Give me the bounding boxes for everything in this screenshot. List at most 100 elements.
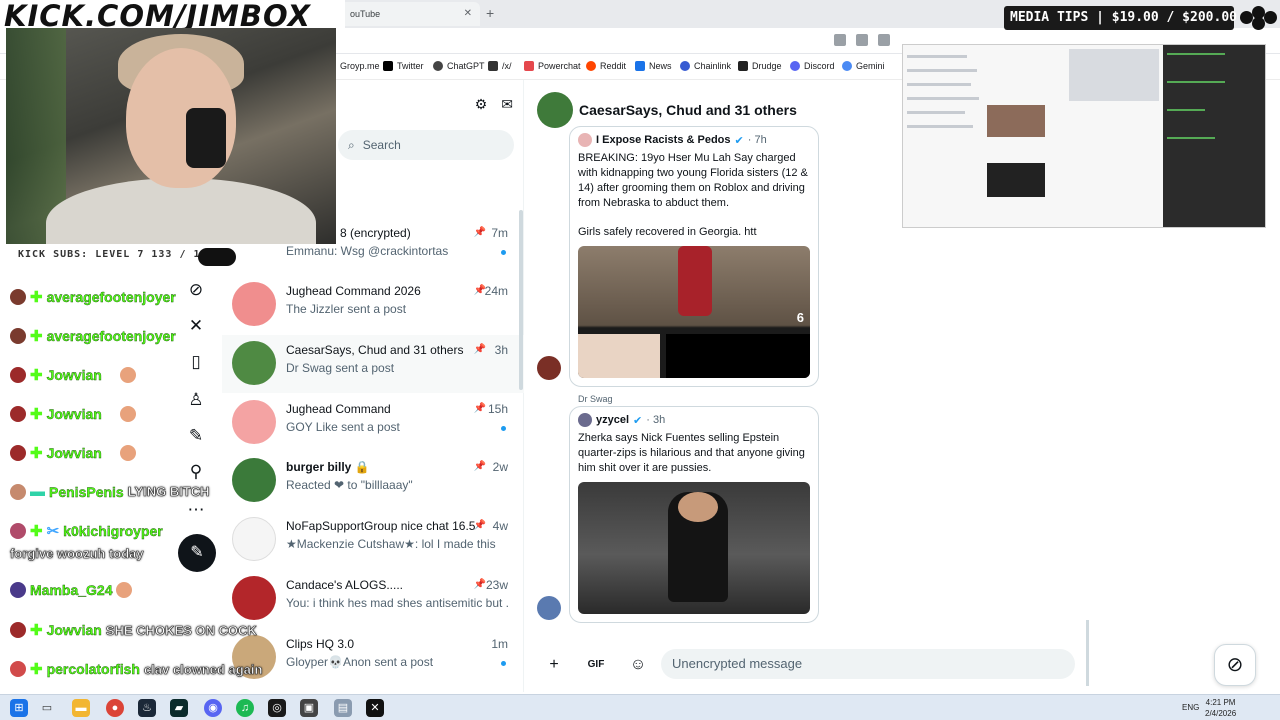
mixer-row [1167, 109, 1263, 111]
add-attachment-icon[interactable]: + [541, 652, 567, 678]
zoom-icon[interactable] [834, 34, 846, 46]
bookmark-x-board[interactable]: /x/ [488, 61, 512, 71]
grok-nav-icon[interactable]: ⊘ [186, 280, 206, 300]
dm-item[interactable]: Jughead Command GOY Like sent a post 📌 1… [222, 394, 524, 452]
post-author: I Expose Racists & Pedos [596, 134, 731, 146]
dm-item[interactable]: NoFapSupportGroup nice chat 16.5 ★Macken… [222, 511, 524, 569]
app-icon[interactable]: ▣ [300, 699, 318, 717]
mirror-line [907, 97, 979, 100]
bookmark-reddit[interactable]: Reddit [586, 61, 626, 71]
share-icon[interactable] [856, 34, 868, 46]
dm-item[interactable]: Clips HQ 3.0 Gloyper💀Anon sent a post 1m [222, 629, 524, 687]
bookmark-gemini[interactable]: Gemini [842, 61, 885, 71]
emoji-icon[interactable]: ☺ [625, 652, 651, 678]
steam-icon[interactable]: ♨ [138, 699, 156, 717]
clock-time: 4:21 PM [1205, 698, 1236, 707]
bookmark-chainlink[interactable]: Chainlink [680, 61, 731, 71]
dm-scrollbar[interactable] [519, 210, 523, 390]
edit-icon[interactable]: ✎ [186, 426, 206, 446]
chat-text: SHE CHOKES ON COCK [105, 622, 258, 638]
dm-item[interactable]: burger billy 🔒 Reacted ❤ to "billlaaay" … [222, 452, 524, 510]
mixer-bar [1167, 81, 1225, 83]
browser-tab[interactable]: ouTube ✕ [340, 2, 480, 26]
chat-avatar [10, 661, 26, 677]
mirror-thumbnail [1069, 49, 1159, 101]
chat-message: ✚ Jowvian [10, 444, 136, 462]
author-avatar [578, 133, 592, 147]
new-message-icon[interactable]: ✉ [501, 96, 513, 113]
start-windows-icon[interactable]: ⊞ [10, 699, 28, 717]
chrome-icon[interactable]: ● [106, 699, 124, 717]
bookmark-news[interactable]: News [635, 61, 672, 71]
dm-name: Clips HQ 3.0 [286, 637, 355, 651]
x-premium-icon[interactable]: ✕ [186, 316, 206, 336]
jobs-icon[interactable]: ♙ [186, 390, 206, 410]
mirror-line [907, 55, 967, 58]
bookmark-drudge[interactable]: Drudge [738, 61, 782, 71]
grok-icon[interactable]: ⊘ [1214, 644, 1256, 686]
dm-item[interactable]: Candace's ALOGS..... You: i think hes ma… [222, 570, 524, 628]
dm-snippet: The Jizzler sent a post [286, 302, 407, 316]
dm-time: 23w [485, 578, 508, 592]
sender-avatar[interactable] [537, 356, 561, 380]
discord-taskbar-icon[interactable]: ◉ [204, 699, 222, 717]
message-composer: + GIF ☺ Unencrypted message [525, 640, 1090, 690]
video-person-shape [678, 246, 712, 316]
conversation-title[interactable]: CaesarSays, Chud and 31 others [579, 102, 797, 118]
compose-post-button[interactable]: ✎ [178, 534, 216, 572]
spotify-icon[interactable]: ♫ [236, 699, 254, 717]
settings-gear-icon[interactable]: ⚙ [475, 96, 488, 113]
chat-emote-icon [116, 582, 133, 598]
dm-name: Candace's ALOGS..... [286, 578, 404, 592]
sub-badge-icon: ▬ [30, 483, 45, 500]
profile-icon[interactable]: ⚲ [186, 462, 206, 482]
bookmarks-icon[interactable]: ▯ [186, 352, 206, 372]
group-avatar[interactable] [537, 92, 573, 128]
bookmark-groyp[interactable]: Groyp.me [340, 61, 380, 71]
bookmark-chatgpt[interactable]: ChatGPT [433, 61, 485, 71]
unread-dot [501, 250, 506, 255]
star-icon[interactable] [878, 34, 890, 46]
dm-item-active[interactable]: CaesarSays, Chud and 31 others Dr Swag s… [222, 335, 524, 393]
obs-icon[interactable]: ◎ [268, 699, 286, 717]
pin-icon: 📌 [473, 344, 486, 355]
post-video-thumbnail[interactable] [578, 482, 810, 614]
search-input[interactable]: ⌕ Search [338, 130, 514, 160]
more-icon[interactable]: ⋯ [186, 500, 206, 520]
close-tab-icon[interactable]: ✕ [464, 8, 472, 19]
chat-username: Jowvian [46, 367, 102, 383]
bookmark-discord[interactable]: Discord [790, 61, 835, 71]
post-text: BREAKING: 19yo Hser Mu Lah Say charged w… [578, 152, 808, 238]
gif-icon[interactable]: GIF [583, 652, 609, 678]
message-input[interactable]: Unencrypted message [661, 649, 1075, 679]
language-indicator[interactable]: ENG [1182, 703, 1199, 712]
shared-post-card[interactable]: I Expose Racists & Pedos ✔ · 7h BREAKING… [569, 126, 819, 387]
chat-message-continuation: forgive woozuh today [10, 546, 144, 562]
dm-time: 7m [491, 226, 508, 240]
shared-post-card[interactable]: yzycel ✔ · 3h Zherka says Nick Fuentes s… [569, 406, 819, 623]
chat-message: ✚ Jowvian SHE CHOKES ON COCK [10, 621, 257, 639]
chat-message: Mamba_G24 [10, 582, 133, 598]
bookmark-twitter[interactable]: Twitter [383, 61, 424, 71]
avatar [232, 458, 276, 502]
sender-avatar[interactable] [537, 596, 561, 620]
dm-name: NoFapSupportGroup nice chat 16.5 [286, 519, 476, 533]
sub-badge-icon: ✚ [30, 367, 43, 384]
avatar [232, 400, 276, 444]
mixer-row [1167, 137, 1263, 139]
chat-message: ✚ percolatorfish clav clowned again [10, 660, 263, 678]
app-icon[interactable]: ▤ [334, 699, 352, 717]
file-explorer-icon[interactable]: ▬ [72, 699, 90, 717]
system-clock[interactable]: 4:21 PM 2/4/2026 [1205, 697, 1236, 719]
chat-message: ✚ averagefootenjoyer [10, 327, 176, 345]
task-view-icon[interactable]: ▭ [38, 699, 56, 717]
chat-avatar [10, 483, 26, 500]
bookmark-powerchat[interactable]: Powerchat [524, 61, 581, 71]
x-app-icon[interactable]: ✕ [366, 699, 384, 717]
app-icon[interactable]: ▰ [170, 699, 188, 717]
conversation-scrollbar[interactable] [1086, 620, 1089, 686]
dm-item[interactable]: Jughead Command 2026 The Jizzler sent a … [222, 276, 524, 334]
browser-toolbar-icons [834, 34, 890, 46]
new-tab-button[interactable]: + [486, 5, 494, 21]
post-video-thumbnail[interactable]: 6 [578, 246, 810, 378]
